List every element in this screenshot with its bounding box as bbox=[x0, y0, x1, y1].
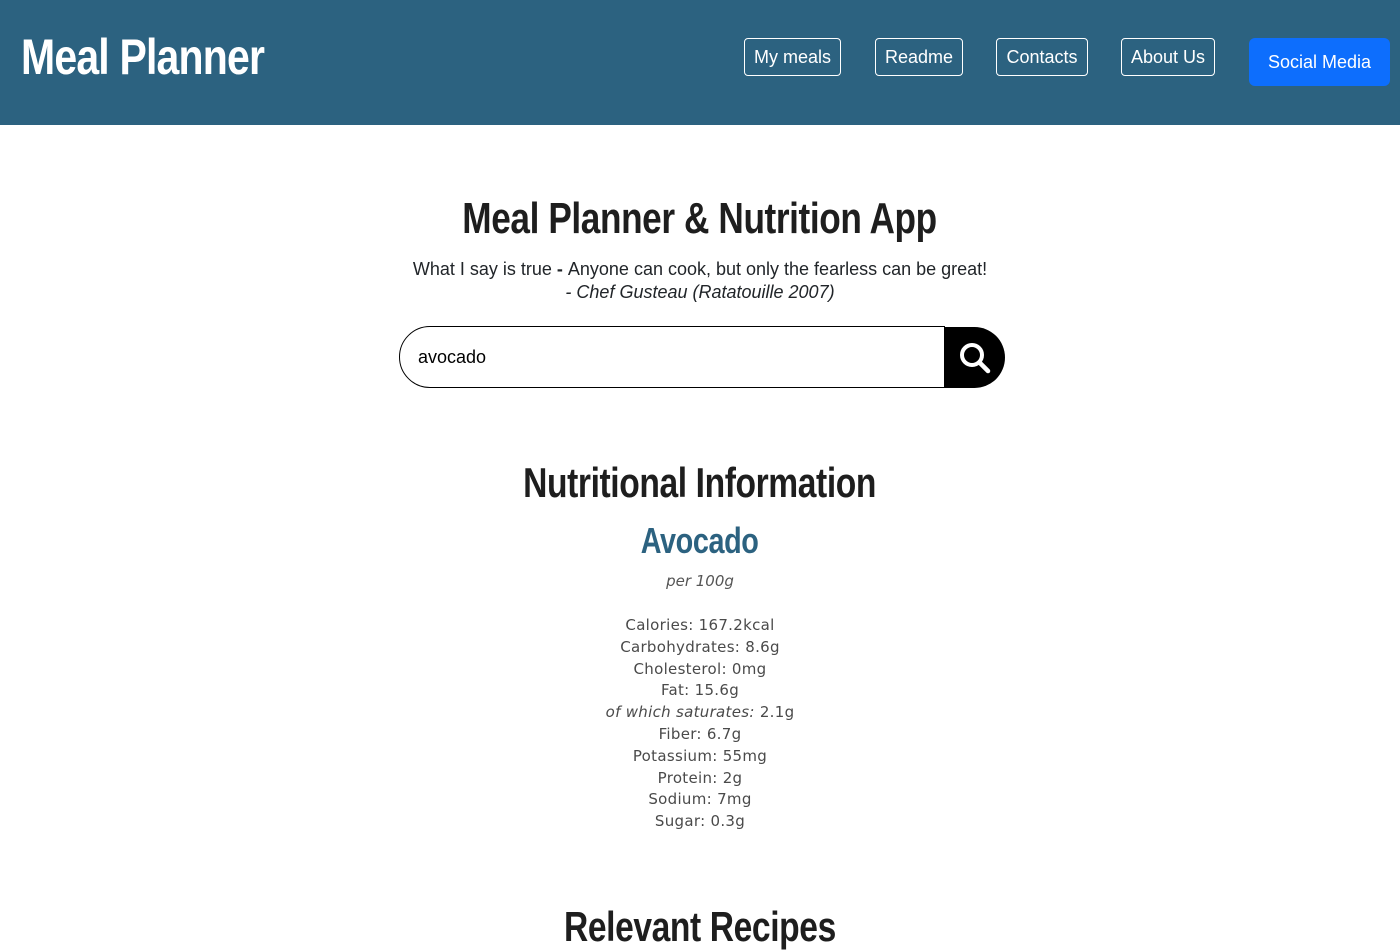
fact-value: 8.6g bbox=[745, 637, 780, 656]
page-title: Meal Planner & Nutrition App bbox=[0, 193, 1400, 245]
fact-label: of which saturates: bbox=[605, 703, 760, 722]
fact-label: Calories: bbox=[625, 616, 699, 634]
navbar: Meal Planner My meals Readme Contacts Ab… bbox=[0, 0, 1400, 125]
fact-protein: Protein: 2g bbox=[0, 768, 1400, 790]
fact-value: 7mg bbox=[717, 790, 752, 809]
food-name-text: Avocado bbox=[641, 520, 759, 561]
nutrition-facts-list: Calories: 167.2kcal Carbohydrates: 8.6g … bbox=[0, 615, 1400, 833]
fact-label: Cholesterol: bbox=[633, 659, 732, 678]
serving-size: per 100g bbox=[666, 572, 734, 590]
search-button[interactable] bbox=[945, 327, 1005, 388]
search-input[interactable] bbox=[399, 326, 945, 388]
search-bar bbox=[399, 326, 1005, 388]
fact-value: 0.3g bbox=[710, 812, 746, 831]
search-icon bbox=[960, 342, 991, 373]
fact-fat: Fat: 15.6g bbox=[0, 680, 1400, 702]
quote-dash: - bbox=[556, 259, 568, 279]
fact-value: 6.7g bbox=[706, 724, 742, 743]
recipes-heading: Relevant Recipes bbox=[0, 902, 1400, 950]
fact-value: 55mg bbox=[722, 746, 768, 765]
page-title-text: Meal Planner & Nutrition App bbox=[462, 194, 938, 243]
fact-label: Sugar: bbox=[654, 812, 711, 831]
fact-label: Fiber: bbox=[658, 724, 707, 743]
quote-line: What I say is true - Anyone can cook, bu… bbox=[0, 259, 1400, 280]
nav-contacts-button[interactable]: Contacts bbox=[996, 38, 1088, 76]
food-name: Avocado bbox=[0, 519, 1400, 563]
fact-value: 2.1g bbox=[759, 703, 795, 722]
nutrition-heading-text: Nutritional Information bbox=[523, 459, 877, 506]
quote-text: Anyone can cook, but only the fearless c… bbox=[567, 259, 988, 279]
fact-value: 15.6g bbox=[694, 681, 740, 700]
fact-sodium: Sodium: 7mg bbox=[0, 789, 1400, 811]
fact-fiber: Fiber: 6.7g bbox=[0, 724, 1400, 746]
fact-potassium: Potassium: 55mg bbox=[0, 746, 1400, 768]
fact-label: Sodium: bbox=[648, 790, 718, 809]
fact-label: Potassium: bbox=[632, 746, 723, 765]
fact-cholesterol: Cholesterol: 0mg bbox=[0, 659, 1400, 681]
nav-my-meals-button[interactable]: My meals bbox=[744, 38, 841, 76]
quote-prefix: What I say is true bbox=[412, 259, 557, 279]
fact-sugar: Sugar: 0.3g bbox=[0, 811, 1400, 833]
fact-value: 0mg bbox=[731, 659, 767, 678]
fact-label: Protein: bbox=[657, 768, 723, 787]
fact-saturates: of which saturates: 2.1g bbox=[0, 702, 1400, 724]
brand-logo[interactable]: Meal Planner bbox=[21, 27, 265, 87]
fact-calories: Calories: 167.2kcal bbox=[0, 615, 1400, 637]
fact-value: 167.2kcal bbox=[698, 616, 775, 634]
fact-label: Fat: bbox=[660, 681, 695, 700]
recipes-heading-text: Relevant Recipes bbox=[564, 903, 836, 950]
fact-label: Carbohydrates: bbox=[620, 637, 746, 656]
fact-carbohydrates: Carbohydrates: 8.6g bbox=[0, 637, 1400, 659]
nav-readme-button[interactable]: Readme bbox=[875, 38, 963, 76]
quote-author: - Chef Gusteau (Ratatouille 2007) bbox=[565, 282, 835, 302]
nutrition-heading: Nutritional Information bbox=[0, 458, 1400, 508]
nav-about-us-button[interactable]: About Us bbox=[1121, 38, 1215, 76]
social-media-button[interactable]: Social Media bbox=[1249, 38, 1390, 86]
fact-value: 2g bbox=[722, 768, 743, 787]
